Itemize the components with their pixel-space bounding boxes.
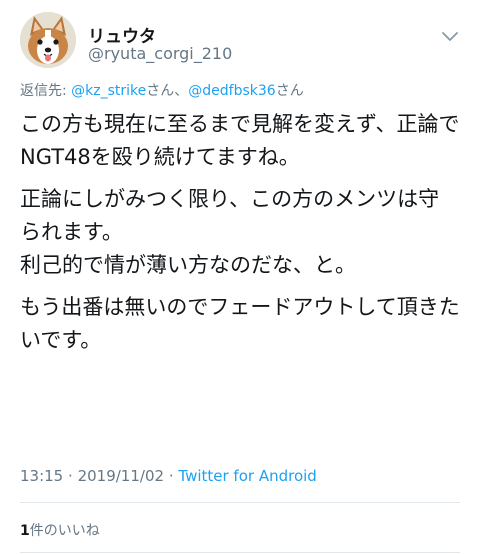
mention-suffix: さん [275, 83, 304, 99]
like-label: 件のいいね [29, 523, 100, 539]
likes-count[interactable]: 1件のいいね [20, 520, 100, 540]
avatar[interactable] [20, 12, 76, 68]
meta-separator: · [168, 467, 174, 485]
mention-suffix: さん、 [146, 83, 189, 99]
reply-context: 返信先: @kz_strikeさん、@dedfbsk36さん [20, 80, 304, 100]
mention-link[interactable]: @kz_strike [71, 83, 146, 99]
tweet-time[interactable]: 13:15 [20, 467, 63, 485]
tweet-text: この方も現在に至るまで見解を変えず、正論でNGT48を殴り続けてますね。 正論に… [20, 108, 460, 366]
tweet-meta: 13:15 · 2019/11/02 · Twitter for Android [20, 467, 317, 485]
tweet-paragraph: 正論にしがみつく限り、この方のメンツは守られます。 利己的で情が薄い方なのだな、… [20, 187, 440, 277]
tweet-source[interactable]: Twitter for Android [178, 467, 316, 485]
tweet-header: リュウタ @ryuta_corgi_210 [20, 12, 460, 72]
tweet-paragraph: この方も現在に至るまで見解を変えず、正論でNGT48を殴り続けてますね。 [20, 112, 460, 169]
corgi-avatar-icon [20, 12, 76, 68]
divider [20, 502, 460, 503]
mention-link[interactable]: @dedfbsk36 [188, 83, 275, 99]
user-handle[interactable]: @ryuta_corgi_210 [88, 44, 232, 63]
tweet-date[interactable]: 2019/11/02 [78, 467, 164, 485]
meta-separator: · [68, 467, 73, 485]
like-count: 1 [20, 523, 30, 539]
divider [20, 552, 460, 553]
chevron-down-icon[interactable] [440, 26, 460, 46]
reply-prefix: 返信先: [20, 83, 72, 99]
tweet-paragraph: もう出番は無いのでフェードアウトして頂きたいです。 [20, 295, 460, 352]
